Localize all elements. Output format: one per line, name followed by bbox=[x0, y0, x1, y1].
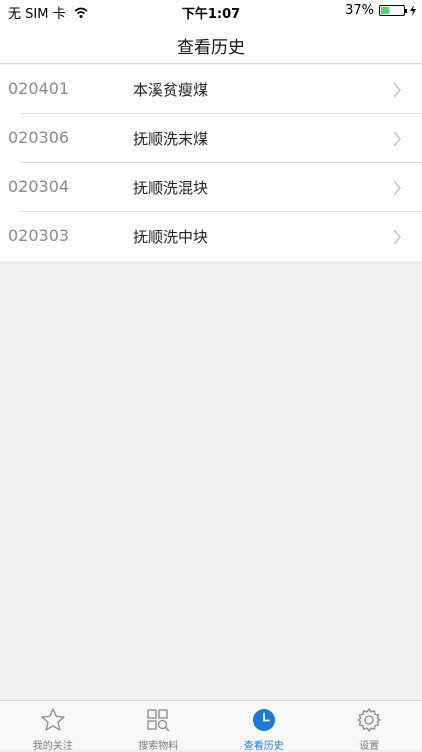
search-grid-icon bbox=[145, 707, 171, 733]
material-name: 抚顺洗混块 bbox=[133, 177, 208, 198]
tab-search-material[interactable]: 搜索物料 bbox=[106, 701, 212, 750]
status-bar: 无 SIM 卡 下午1:07 37% bbox=[0, 0, 422, 22]
material-code: 020304 bbox=[8, 177, 69, 196]
history-row[interactable]: 020401 本溪贫瘦煤 bbox=[0, 65, 422, 114]
chevron-right-icon bbox=[392, 180, 402, 196]
gear-icon bbox=[356, 707, 382, 733]
material-name: 抚顺洗中块 bbox=[133, 226, 208, 247]
history-row[interactable]: 020303 抚顺洗中块 bbox=[0, 212, 422, 261]
charging-bolt-icon bbox=[410, 5, 416, 16]
material-code: 020401 bbox=[8, 79, 69, 98]
chevron-right-icon bbox=[392, 229, 402, 245]
tab-bar: 我的关注 搜索物料 查看历史 设置 bbox=[0, 700, 422, 750]
history-row[interactable]: 020306 抚顺洗末煤 bbox=[0, 114, 422, 163]
page-title: 查看历史 bbox=[0, 33, 422, 58]
clock-icon bbox=[251, 707, 277, 733]
history-row[interactable]: 020304 抚顺洗混块 bbox=[0, 163, 422, 212]
tab-view-history[interactable]: 查看历史 bbox=[211, 701, 317, 750]
status-right: 37% bbox=[345, 3, 416, 18]
material-code: 020306 bbox=[8, 128, 69, 147]
battery-fill bbox=[381, 7, 389, 14]
nav-bar: 查看历史 bbox=[0, 22, 422, 64]
history-list: 020401 本溪贫瘦煤 020306 抚顺洗末煤 020304 抚顺洗混块 0… bbox=[0, 65, 422, 261]
chevron-right-icon bbox=[392, 131, 402, 147]
battery-percent: 37% bbox=[345, 3, 374, 18]
tab-my-follows[interactable]: 我的关注 bbox=[0, 701, 106, 750]
battery-icon bbox=[379, 5, 405, 16]
chevron-right-icon bbox=[392, 82, 402, 98]
material-name: 本溪贫瘦煤 bbox=[133, 79, 208, 100]
material-code: 020303 bbox=[8, 226, 69, 245]
star-icon bbox=[40, 707, 66, 733]
material-name: 抚顺洗末煤 bbox=[133, 128, 208, 149]
tab-settings[interactable]: 设置 bbox=[317, 701, 422, 750]
